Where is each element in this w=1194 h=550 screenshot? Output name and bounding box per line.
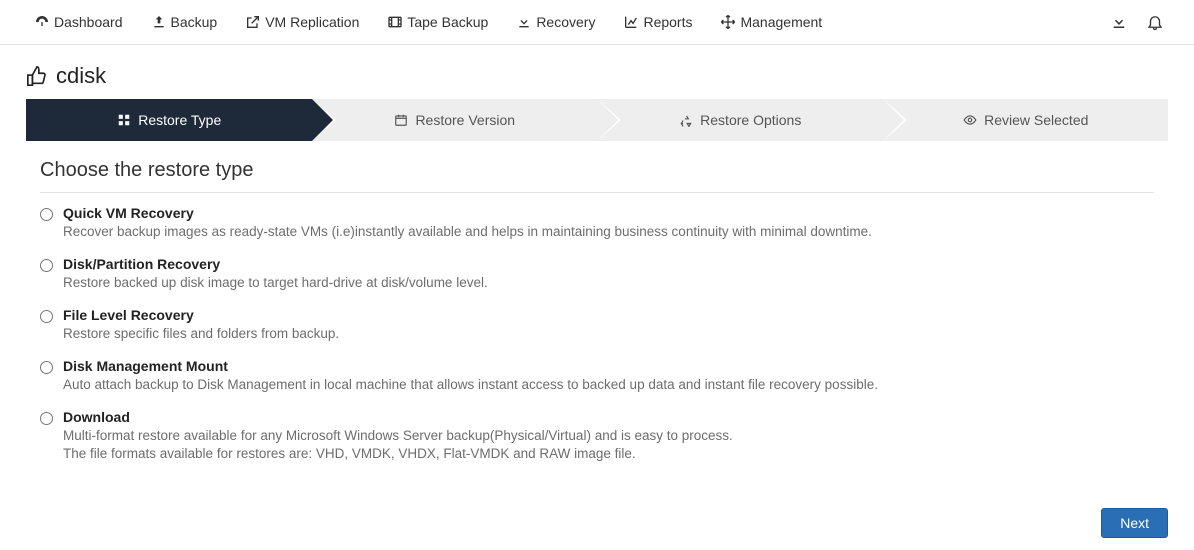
option-title: Quick VM Recovery bbox=[63, 205, 1154, 221]
radio-disk-partition-recovery[interactable] bbox=[40, 259, 53, 272]
section-heading: Choose the restore type bbox=[40, 159, 1154, 182]
upload-icon bbox=[151, 14, 167, 30]
bell-icon[interactable] bbox=[1146, 13, 1164, 31]
step-restore-type[interactable]: Restore Type bbox=[26, 99, 312, 141]
nav-label: VM Replication bbox=[265, 14, 359, 30]
step-review-selected[interactable]: Review Selected bbox=[883, 99, 1169, 141]
radio-quick-vm-recovery[interactable] bbox=[40, 208, 53, 221]
nav-label: Management bbox=[740, 14, 822, 30]
nav-dashboard[interactable]: Dashboard bbox=[20, 8, 137, 36]
recycle-icon bbox=[678, 112, 694, 128]
option-title: Disk Management Mount bbox=[63, 358, 1154, 374]
next-button[interactable]: Next bbox=[1101, 508, 1168, 538]
nav-label: Tape Backup bbox=[407, 14, 488, 30]
step-label: Restore Version bbox=[415, 112, 515, 128]
nav-reports[interactable]: Reports bbox=[609, 8, 706, 36]
nav-backup[interactable]: Backup bbox=[137, 8, 232, 36]
option-desc: Auto attach backup to Disk Management in… bbox=[63, 376, 1154, 395]
option-disk-partition-recovery[interactable]: Disk/Partition Recovery Restore backed u… bbox=[40, 256, 1154, 293]
dashboard-icon bbox=[34, 14, 50, 30]
option-title: File Level Recovery bbox=[63, 307, 1154, 323]
option-title: Download bbox=[63, 409, 1154, 425]
film-icon bbox=[387, 14, 403, 30]
chart-icon bbox=[623, 14, 639, 30]
move-icon bbox=[720, 14, 736, 30]
grid-icon bbox=[116, 112, 132, 128]
nav-tape-backup[interactable]: Tape Backup bbox=[373, 8, 502, 36]
divider bbox=[40, 192, 1154, 193]
nav-label: Dashboard bbox=[54, 14, 123, 30]
option-quick-vm-recovery[interactable]: Quick VM Recovery Recover backup images … bbox=[40, 205, 1154, 242]
step-restore-options[interactable]: Restore Options bbox=[597, 99, 883, 141]
footer: Next bbox=[0, 498, 1194, 550]
download-icon bbox=[516, 14, 532, 30]
option-desc: Restore specific files and folders from … bbox=[63, 325, 1154, 344]
page-title: cdisk bbox=[56, 63, 106, 89]
wizard-steps: Restore Type Restore Version Restore Opt… bbox=[26, 99, 1168, 141]
nav-recovery[interactable]: Recovery bbox=[502, 8, 609, 36]
top-navigation: Dashboard Backup VM Replication Tape Bac… bbox=[0, 0, 1194, 45]
option-title: Disk/Partition Recovery bbox=[63, 256, 1154, 272]
option-desc: Multi-format restore available for any M… bbox=[63, 427, 1154, 465]
content-area: Choose the restore type Quick VM Recover… bbox=[0, 159, 1194, 498]
nav-management[interactable]: Management bbox=[706, 8, 836, 36]
radio-download[interactable] bbox=[40, 412, 53, 425]
nav-vm-replication[interactable]: VM Replication bbox=[231, 8, 373, 36]
step-label: Restore Options bbox=[700, 112, 801, 128]
nav-label: Reports bbox=[643, 14, 692, 30]
option-disk-management-mount[interactable]: Disk Management Mount Auto attach backup… bbox=[40, 358, 1154, 395]
step-restore-version[interactable]: Restore Version bbox=[312, 99, 598, 141]
option-desc: Restore backed up disk image to target h… bbox=[63, 274, 1154, 293]
calendar-icon bbox=[393, 112, 409, 128]
top-nav-left: Dashboard Backup VM Replication Tape Bac… bbox=[20, 8, 836, 36]
radio-disk-management-mount[interactable] bbox=[40, 361, 53, 374]
nav-label: Backup bbox=[171, 14, 218, 30]
share-icon bbox=[245, 14, 261, 30]
step-label: Restore Type bbox=[138, 112, 221, 128]
top-nav-right bbox=[1110, 13, 1174, 31]
option-desc: Recover backup images as ready-state VMs… bbox=[63, 223, 1154, 242]
eye-icon bbox=[962, 112, 978, 128]
nav-label: Recovery bbox=[536, 14, 595, 30]
radio-file-level-recovery[interactable] bbox=[40, 310, 53, 323]
option-download[interactable]: Download Multi-format restore available … bbox=[40, 409, 1154, 465]
page-title-row: cdisk bbox=[0, 45, 1194, 99]
download-action-icon[interactable] bbox=[1110, 13, 1128, 31]
step-label: Review Selected bbox=[984, 112, 1088, 128]
option-file-level-recovery[interactable]: File Level Recovery Restore specific fil… bbox=[40, 307, 1154, 344]
thumbs-up-icon bbox=[26, 65, 48, 87]
